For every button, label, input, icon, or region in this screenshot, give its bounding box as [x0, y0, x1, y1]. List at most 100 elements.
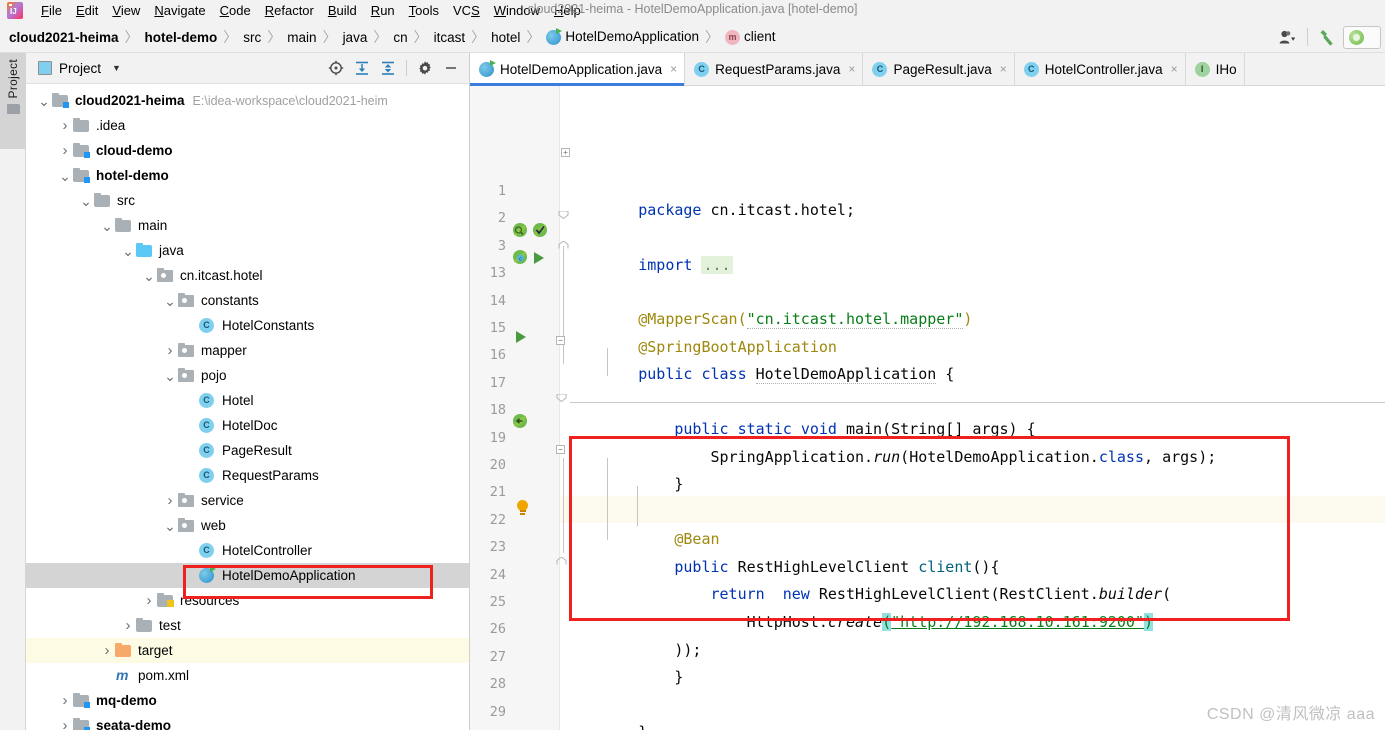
chevron-down-icon[interactable]: ⌄: [99, 219, 115, 233]
close-icon[interactable]: ×: [1000, 62, 1007, 76]
spring-boot-app-icon[interactable]: c: [512, 249, 528, 269]
build-hammer-icon[interactable]: [1313, 25, 1343, 49]
menu-item-run[interactable]: Run: [364, 2, 402, 20]
code-editor[interactable]: 123131415161718192021222324252627282930: [470, 86, 1385, 730]
chevron-right-icon[interactable]: ›: [141, 592, 157, 609]
chevron-down-icon[interactable]: ⌄: [120, 244, 136, 258]
tree-item-requestparams[interactable]: C RequestParams: [26, 463, 469, 488]
expand-all-icon[interactable]: [350, 56, 374, 80]
breadcrumb-item-src[interactable]: src: [242, 30, 262, 45]
close-icon[interactable]: ×: [1171, 62, 1178, 76]
spring-bean-search-icon[interactable]: [512, 222, 528, 242]
breadcrumb-item-java[interactable]: java: [342, 30, 369, 45]
tree-item-constants[interactable]: ⌄ constants: [26, 288, 469, 313]
tree-item-cloud2021-heima[interactable]: ⌄ cloud2021-heima E:\idea-workspace\cloud2…: [26, 88, 469, 113]
breadcrumb-item-hotel-demo[interactable]: hotel-demo: [144, 30, 219, 45]
java-class-icon: C: [199, 543, 216, 558]
fold-marker-client[interactable]: −: [556, 445, 565, 454]
tree-item-test[interactable]: › test: [26, 613, 469, 638]
project-tree[interactable]: ⌄ cloud2021-heima E:\idea-workspace\cloud2…: [26, 84, 469, 730]
menu-item-code[interactable]: Code: [213, 2, 258, 20]
chevron-down-icon[interactable]: ⌄: [162, 294, 178, 308]
hide-panel-icon[interactable]: [439, 56, 463, 80]
tree-item-pojo[interactable]: ⌄ pojo: [26, 363, 469, 388]
breadcrumb-item-client[interactable]: m client: [724, 29, 777, 45]
tree-item-pageresult[interactable]: C PageResult: [26, 438, 469, 463]
chevron-right-icon[interactable]: ›: [57, 117, 73, 134]
chevron-right-icon[interactable]: ›: [57, 692, 73, 709]
tree-item-target[interactable]: › target: [26, 638, 469, 663]
tree-item-hoteldemoapplication[interactable]: HotelDemoApplication: [26, 563, 469, 588]
chevron-down-icon[interactable]: ⌄: [162, 519, 178, 533]
menu-item-vcs[interactable]: VCS: [446, 2, 487, 20]
breadcrumb-item-hoteldemoapplication[interactable]: HotelDemoApplication: [545, 27, 700, 45]
menu-item-file[interactable]: File: [34, 2, 69, 20]
settings-gear-icon[interactable]: [413, 56, 437, 80]
run-application-icon[interactable]: [534, 252, 544, 264]
tree-item-cloud-demo[interactable]: › cloud-demo: [26, 138, 469, 163]
breadcrumb-item-hotel[interactable]: hotel: [490, 30, 521, 45]
menu-item-build[interactable]: Build: [321, 2, 364, 20]
tree-item-pom-xml[interactable]: m pom.xml: [26, 663, 469, 688]
editor-tab-iho[interactable]: I IHo: [1185, 53, 1245, 85]
tree-item-mapper[interactable]: › mapper: [26, 338, 469, 363]
tree-item-service[interactable]: › service: [26, 488, 469, 513]
tree-item-hotel-demo[interactable]: ⌄ hotel-demo: [26, 163, 469, 188]
locate-in-tree-icon[interactable]: [324, 56, 348, 80]
tree-item-main[interactable]: ⌄ main: [26, 213, 469, 238]
tree-item-src[interactable]: ⌄ src: [26, 188, 469, 213]
tree-item-hotelconstants[interactable]: C HotelConstants: [26, 313, 469, 338]
fold-marker-import[interactable]: +: [561, 148, 570, 157]
editor-tab-hoteldemoapplication-java[interactable]: HotelDemoApplication.java ×: [470, 53, 686, 86]
spring-bean-navigate-icon[interactable]: [512, 413, 528, 433]
chevron-right-icon[interactable]: ›: [57, 717, 73, 730]
user-account-icon[interactable]: [1272, 25, 1302, 49]
tree-item-mq-demo[interactable]: › mq-demo: [26, 688, 469, 713]
editor-tab-pageresult-java[interactable]: C PageResult.java ×: [863, 53, 1015, 85]
menu-item-edit[interactable]: Edit: [69, 2, 105, 20]
breadcrumb-item-cloud2021-heima[interactable]: cloud2021-heima: [8, 30, 120, 45]
chevron-down-icon[interactable]: ▼: [112, 63, 121, 73]
menu-item-refactor[interactable]: Refactor: [258, 2, 321, 20]
chevron-right-icon[interactable]: ›: [99, 642, 115, 659]
class-ref-hda: HotelDemoApplication.: [909, 448, 1099, 466]
tool-window-button-project[interactable]: Project: [0, 53, 26, 149]
chevron-down-icon[interactable]: ⌄: [141, 269, 157, 283]
chevron-down-icon[interactable]: ⌄: [78, 194, 94, 208]
editor-tab-requestparams-java[interactable]: C RequestParams.java ×: [685, 53, 864, 85]
run-configuration-selector[interactable]: [1343, 25, 1381, 49]
menu-item-view[interactable]: View: [105, 2, 147, 20]
menu-item-navigate[interactable]: Navigate: [147, 2, 212, 20]
chevron-right-icon[interactable]: ›: [120, 617, 136, 634]
tree-item-web[interactable]: ⌄ web: [26, 513, 469, 538]
chevron-down-icon[interactable]: ⌄: [162, 369, 178, 383]
close-icon[interactable]: ×: [670, 62, 677, 76]
menu-item-window[interactable]: Window: [487, 2, 547, 20]
tree-item-hotel[interactable]: C Hotel: [26, 388, 469, 413]
breadcrumb-item-main[interactable]: main: [286, 30, 317, 45]
tree-item-hoteldoc[interactable]: C HotelDoc: [26, 413, 469, 438]
tree-item-hotelcontroller[interactable]: C HotelController: [26, 538, 469, 563]
breadcrumb-item-cn[interactable]: cn: [392, 30, 408, 45]
chevron-right-icon[interactable]: ›: [57, 142, 73, 159]
intention-bulb-icon[interactable]: [516, 500, 529, 516]
fold-marker-main[interactable]: −: [556, 336, 565, 345]
folded-imports[interactable]: ...: [701, 256, 733, 274]
tree-item-java[interactable]: ⌄ java: [26, 238, 469, 263]
close-icon[interactable]: ×: [848, 62, 855, 76]
chevron-right-icon[interactable]: ›: [162, 342, 178, 359]
editor-tab-hotelcontroller-java[interactable]: C HotelController.java ×: [1014, 53, 1186, 85]
tree-item-cn-itcast-hotel[interactable]: ⌄ cn.itcast.hotel: [26, 263, 469, 288]
menu-item-help[interactable]: Help: [547, 2, 588, 20]
tree-item-resources[interactable]: › resources: [26, 588, 469, 613]
spring-configuration-check-icon[interactable]: [532, 222, 548, 242]
tree-item--idea[interactable]: › .idea: [26, 113, 469, 138]
chevron-down-icon[interactable]: ⌄: [36, 94, 52, 108]
chevron-down-icon[interactable]: ⌄: [57, 169, 73, 183]
tree-item-seata-demo[interactable]: › seata-demo: [26, 713, 469, 730]
collapse-all-icon[interactable]: [376, 56, 400, 80]
run-main-method-icon[interactable]: [516, 331, 526, 343]
chevron-right-icon[interactable]: ›: [162, 492, 178, 509]
breadcrumb-item-itcast[interactable]: itcast: [433, 30, 467, 45]
menu-item-tools[interactable]: Tools: [402, 2, 446, 20]
